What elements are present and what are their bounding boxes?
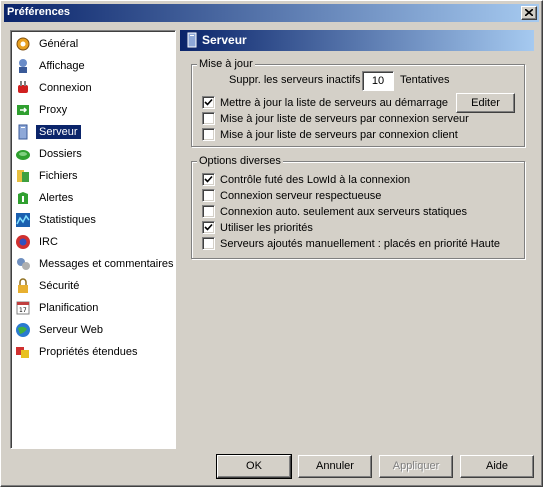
auto-connect-static-label: Connexion auto. seulement aux serveurs s… bbox=[220, 205, 468, 218]
server-icon bbox=[15, 124, 31, 140]
preferences-window: Préférences Général Affichage Connexion bbox=[0, 0, 543, 487]
auto-connect-static-checkbox[interactable] bbox=[202, 205, 215, 218]
close-icon bbox=[525, 9, 533, 16]
sidebar-item-label: Messages et commentaires bbox=[39, 258, 174, 270]
server-icon bbox=[184, 32, 200, 48]
title-bar[interactable]: Préférences bbox=[4, 4, 539, 22]
manual-high-priority-checkbox[interactable] bbox=[202, 237, 215, 250]
option-row[interactable]: Mettre à jour la liste de serveurs au dé… bbox=[202, 96, 448, 109]
misc-options-group: Options diverses Contrôle futé des LowId… bbox=[191, 155, 525, 259]
manual-high-priority-label: Serveurs ajoutés manuellement : placés e… bbox=[220, 237, 501, 250]
sidebar-item-extended-properties[interactable]: Propriétés étendues bbox=[13, 342, 173, 362]
use-priorities-checkbox[interactable] bbox=[202, 221, 215, 234]
option-row[interactable]: Mise à jour liste de serveurs par connex… bbox=[202, 112, 469, 125]
close-button[interactable] bbox=[521, 6, 537, 20]
sidebar-item-files[interactable]: Fichiers bbox=[13, 166, 173, 186]
sidebar-item-label: Connexion bbox=[39, 82, 92, 94]
update-by-client-label: Mise à jour liste de serveurs par connex… bbox=[220, 128, 458, 141]
svg-text:17: 17 bbox=[19, 307, 27, 314]
category-list[interactable]: Général Affichage Connexion Proxy Serveu… bbox=[10, 30, 176, 449]
proxy-icon bbox=[15, 102, 31, 118]
update-group: Mise à jour Suppr. les serveurs inactifs… bbox=[191, 58, 525, 147]
option-row[interactable]: Connexion auto. seulement aux serveurs s… bbox=[202, 205, 467, 218]
sidebar-item-server[interactable]: Serveur bbox=[13, 122, 173, 142]
sidebar-item-label: Alertes bbox=[39, 192, 74, 204]
security-icon bbox=[15, 278, 31, 294]
cancel-button[interactable]: Annuler bbox=[298, 455, 372, 478]
sidebar-item-security[interactable]: Sécurité bbox=[13, 276, 173, 296]
display-icon bbox=[15, 58, 31, 74]
panel-title: Serveur bbox=[202, 33, 247, 47]
sidebar-item-label: Sécurité bbox=[39, 280, 80, 292]
option-row[interactable]: Utiliser les priorités bbox=[202, 221, 313, 234]
sidebar-item-messages[interactable]: Messages et commentaires bbox=[13, 254, 174, 274]
safe-connect-checkbox[interactable] bbox=[202, 189, 215, 202]
update-by-server-label: Mise à jour liste de serveurs par connex… bbox=[220, 112, 469, 125]
use-priorities-label: Utiliser les priorités bbox=[220, 221, 313, 234]
sidebar-item-label: Propriétés étendues bbox=[39, 346, 138, 358]
sidebar-item-scheduler[interactable]: 17 Planification bbox=[13, 298, 173, 318]
sidebar-item-label: Statistiques bbox=[39, 214, 96, 226]
folders-icon bbox=[15, 146, 31, 162]
sidebar-item-label: Planification bbox=[39, 302, 99, 314]
apply-button: Appliquer bbox=[379, 455, 453, 478]
sidebar-item-web-server[interactable]: Serveur Web bbox=[13, 320, 173, 340]
sidebar-item-general[interactable]: Général bbox=[13, 34, 173, 54]
sidebar-item-label: Proxy bbox=[39, 104, 68, 116]
sidebar-item-irc[interactable]: IRC bbox=[13, 232, 173, 252]
remove-inactive-input[interactable] bbox=[362, 71, 394, 91]
sidebar-item-label: Fichiers bbox=[39, 170, 78, 182]
irc-icon bbox=[15, 234, 31, 250]
scheduler-icon: 17 bbox=[15, 300, 31, 316]
safe-connect-label: Connexion serveur respectueuse bbox=[220, 189, 382, 202]
general-icon bbox=[15, 36, 31, 52]
update-by-server-checkbox[interactable] bbox=[202, 112, 215, 125]
update-group-legend: Mise à jour bbox=[197, 58, 255, 70]
sidebar-item-display[interactable]: Affichage bbox=[13, 56, 173, 76]
window-title: Préférences bbox=[7, 6, 70, 18]
sidebar-item-alerts[interactable]: Alertes bbox=[13, 188, 173, 208]
option-row[interactable]: Connexion serveur respectueuse bbox=[202, 189, 381, 202]
ok-button[interactable]: OK bbox=[216, 454, 292, 479]
alerts-icon bbox=[15, 190, 31, 206]
sidebar-item-label: IRC bbox=[39, 236, 58, 248]
panel-header: Serveur bbox=[180, 30, 534, 51]
sidebar-item-label: Dossiers bbox=[39, 148, 82, 160]
update-on-start-label: Mettre à jour la liste de serveurs au dé… bbox=[220, 96, 449, 109]
sidebar-item-folders[interactable]: Dossiers bbox=[13, 144, 173, 164]
connection-icon bbox=[15, 80, 31, 96]
option-row[interactable]: Mise à jour liste de serveurs par connex… bbox=[202, 128, 458, 141]
smart-lowid-checkbox[interactable] bbox=[202, 173, 215, 186]
sidebar-item-label: Serveur bbox=[36, 125, 81, 139]
sidebar-item-statistics[interactable]: Statistiques bbox=[13, 210, 173, 230]
option-row[interactable]: Serveurs ajoutés manuellement : placés e… bbox=[202, 237, 500, 250]
sidebar-item-proxy[interactable]: Proxy bbox=[13, 100, 173, 120]
sidebar-item-connection[interactable]: Connexion bbox=[13, 78, 173, 98]
sidebar-item-label: Serveur Web bbox=[39, 324, 103, 336]
update-on-start-checkbox[interactable] bbox=[202, 96, 215, 109]
misc-options-legend: Options diverses bbox=[197, 155, 283, 167]
sidebar-item-label: Général bbox=[39, 38, 79, 50]
sidebar-item-label: Affichage bbox=[39, 60, 85, 72]
remove-inactive-row: Suppr. les serveurs inactifs bbox=[229, 74, 360, 86]
messages-icon bbox=[15, 256, 31, 272]
smart-lowid-label: Contrôle futé des LowId à la connexion bbox=[220, 173, 411, 186]
edit-button[interactable]: Editer bbox=[456, 93, 515, 113]
help-button[interactable]: Aide bbox=[460, 455, 534, 478]
extended-properties-icon bbox=[15, 344, 31, 360]
update-by-client-checkbox[interactable] bbox=[202, 128, 215, 141]
files-icon bbox=[15, 168, 31, 184]
option-row[interactable]: Contrôle futé des LowId à la connexion bbox=[202, 173, 410, 186]
web-server-icon bbox=[15, 322, 31, 338]
statistics-icon bbox=[15, 212, 31, 228]
remove-inactive-label: Suppr. les serveurs inactifs bbox=[229, 74, 361, 86]
attempts-label: Tentatives bbox=[400, 74, 450, 86]
